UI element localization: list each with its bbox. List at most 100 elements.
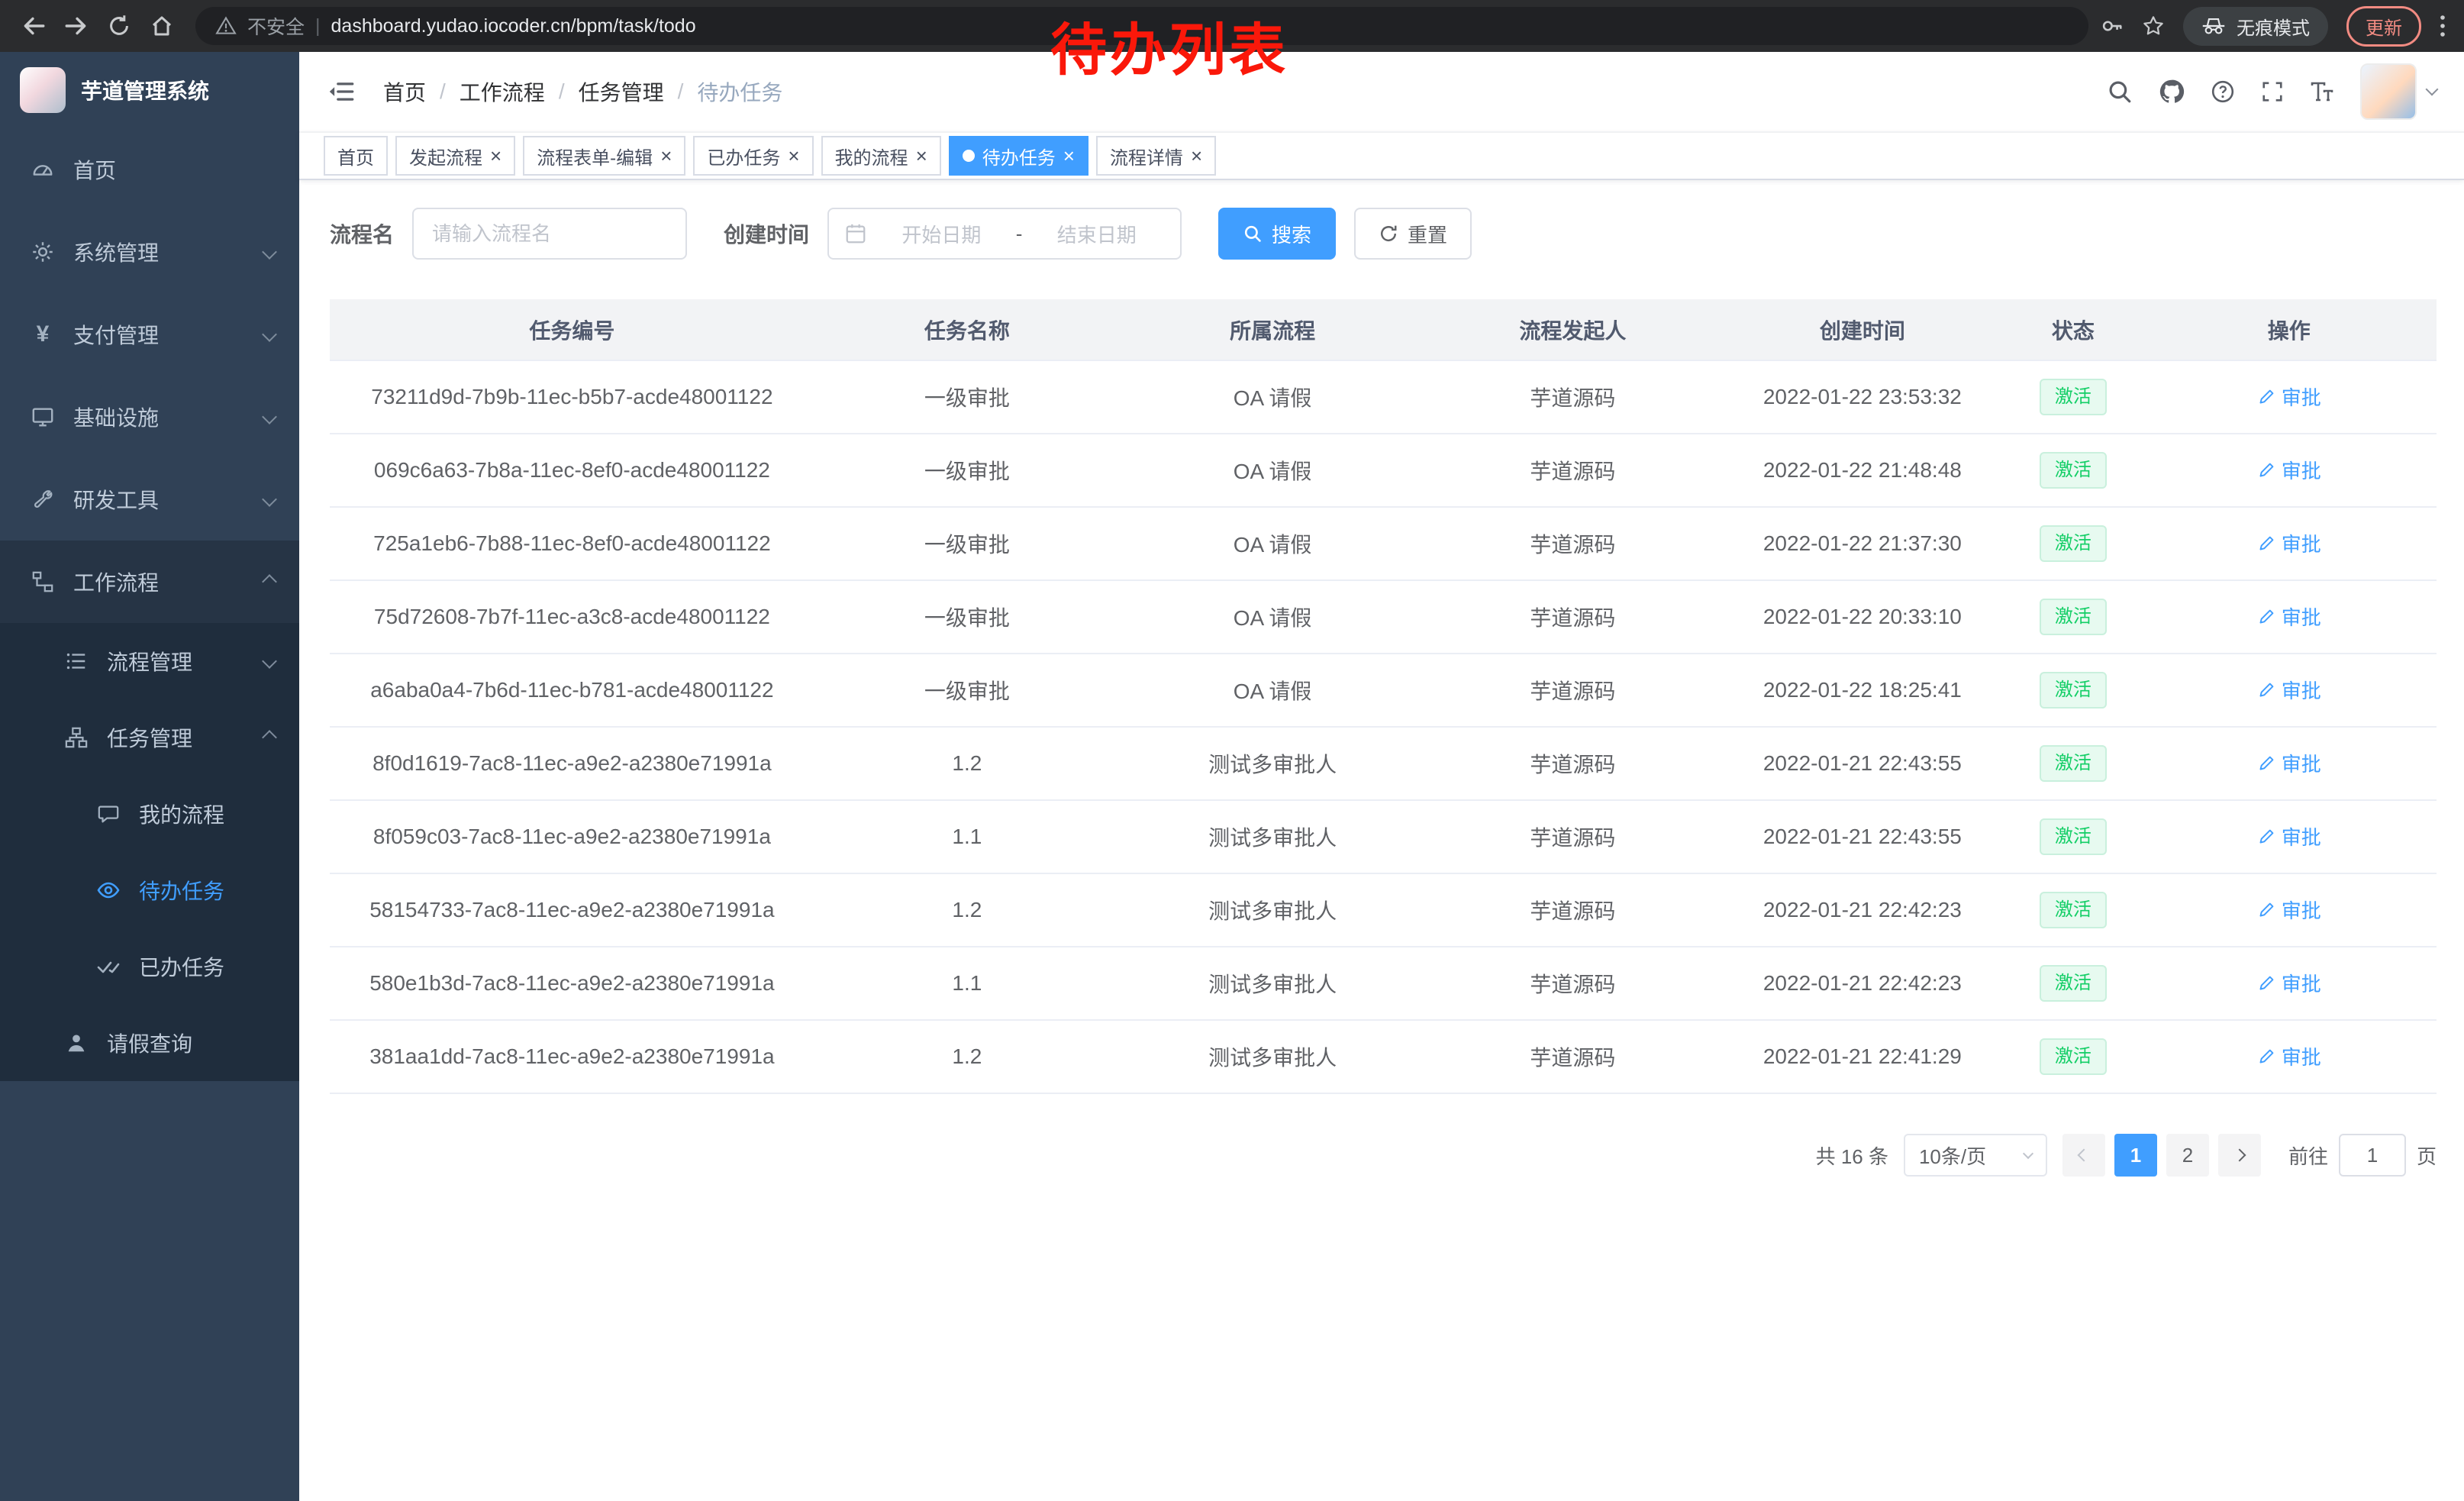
page-button-2[interactable]: 2: [2166, 1134, 2209, 1177]
update-button[interactable]: 更新: [2346, 6, 2421, 47]
forward-icon[interactable]: [55, 5, 98, 47]
cell-task-name: 1.2: [814, 873, 1120, 947]
tag-label: 流程表单-编辑: [537, 143, 653, 169]
date-range-picker[interactable]: 开始日期 - 结束日期: [827, 208, 1182, 260]
goto-suffix: 页: [2417, 1141, 2437, 1170]
approve-link[interactable]: 审批: [2257, 529, 2321, 557]
top-navbar: 首页 / 工作流程 / 任务管理 / 待办任务: [299, 52, 2464, 131]
sidebar-item-done-task[interactable]: 已办任务: [0, 928, 299, 1005]
approve-link[interactable]: 审批: [2257, 676, 2321, 704]
kebab-menu-icon[interactable]: [2440, 14, 2446, 38]
tag-form-edit[interactable]: 流程表单-编辑: [523, 136, 685, 176]
star-icon[interactable]: [2142, 15, 2165, 37]
process-name-input[interactable]: [412, 208, 687, 260]
close-icon[interactable]: [1191, 146, 1202, 166]
user-menu[interactable]: [2360, 63, 2437, 120]
reset-button[interactable]: 重置: [1354, 208, 1472, 260]
tag-todo-task[interactable]: 待办任务: [949, 136, 1088, 176]
approve-label: 审批: [2282, 896, 2321, 924]
next-page-button[interactable]: [2218, 1134, 2261, 1177]
close-icon[interactable]: [788, 146, 799, 166]
table-row: a6aba0a4-7b6d-11ec-b781-acde48001122 一级审…: [330, 654, 2437, 727]
tag-start-process[interactable]: 发起流程: [395, 136, 515, 176]
cell-task-id: 73211d9d-7b9b-11ec-b5b7-acde48001122: [330, 360, 814, 434]
font-size-icon[interactable]: [2310, 79, 2334, 104]
sidebar-item-task-mgmt[interactable]: 任务管理: [0, 699, 299, 776]
table-header-row: 任务编号 任务名称 所属流程 流程发起人 创建时间 状态 操作: [330, 299, 2437, 360]
url-text: dashboard.yudao.iocoder.cn/bpm/task/todo: [331, 15, 696, 37]
close-icon[interactable]: [1063, 146, 1075, 166]
annotation-text: 待办列表: [1050, 5, 1288, 86]
tag-my-process[interactable]: 我的流程: [821, 136, 941, 176]
reload-icon[interactable]: [98, 5, 140, 47]
key-icon[interactable]: [2101, 15, 2124, 37]
tag-process-detail[interactable]: 流程详情: [1096, 136, 1216, 176]
breadcrumb-task-mgmt[interactable]: 任务管理: [579, 76, 664, 107]
sidebar-item-payment[interactable]: ¥ 支付管理: [0, 293, 299, 376]
tag-done-task[interactable]: 已办任务: [693, 136, 813, 176]
approve-link[interactable]: 审批: [2257, 383, 2321, 411]
sidebar-fold-icon[interactable]: [327, 79, 356, 105]
sidebar-item-label: 待办任务: [139, 875, 275, 905]
close-icon[interactable]: [916, 146, 927, 166]
cell-created-at: 2022-01-21 22:42:23: [1721, 947, 2005, 1020]
close-icon[interactable]: [660, 146, 672, 166]
start-date-placeholder: 开始日期: [873, 220, 1010, 248]
help-icon[interactable]: [2211, 79, 2235, 104]
sidebar-item-workflow[interactable]: 工作流程: [0, 541, 299, 623]
sidebar-item-devtools[interactable]: 研发工具: [0, 458, 299, 541]
approve-link[interactable]: 审批: [2257, 456, 2321, 484]
approve-label: 审批: [2282, 969, 2321, 997]
back-icon[interactable]: [12, 5, 55, 47]
infrastructure-icon: [29, 405, 56, 428]
sidebar-item-home[interactable]: 首页: [0, 128, 299, 211]
sidebar-item-process-mgmt[interactable]: 流程管理: [0, 623, 299, 699]
sidebar-item-todo-task[interactable]: 待办任务: [0, 852, 299, 928]
approve-link[interactable]: 审批: [2257, 822, 2321, 851]
prev-page-button[interactable]: [2062, 1134, 2105, 1177]
sidebar-item-system[interactable]: 系统管理: [0, 211, 299, 293]
cell-task-id: 381aa1dd-7ac8-11ec-a9e2-a2380e71991a: [330, 1020, 814, 1093]
approve-link[interactable]: 审批: [2257, 1042, 2321, 1070]
home-icon[interactable]: [140, 5, 183, 47]
dashboard-icon: [29, 158, 56, 181]
approve-link[interactable]: 审批: [2257, 969, 2321, 997]
sidebar-item-leave-query[interactable]: 请假查询: [0, 1005, 299, 1081]
chrome-actions: 无痕模式 更新: [2101, 6, 2452, 47]
breadcrumb-home[interactable]: 首页: [383, 76, 426, 107]
approve-link[interactable]: 审批: [2257, 602, 2321, 631]
sidebar-item-infrastructure[interactable]: 基础设施: [0, 376, 299, 458]
breadcrumb-separator: /: [559, 79, 565, 104]
breadcrumb-workflow[interactable]: 工作流程: [460, 76, 545, 107]
fullscreen-icon[interactable]: [2261, 80, 2284, 103]
github-icon[interactable]: [2159, 79, 2185, 105]
sidebar-item-my-process[interactable]: 我的流程: [0, 776, 299, 852]
search-button[interactable]: 搜索: [1218, 208, 1336, 260]
tag-home[interactable]: 首页: [324, 136, 388, 176]
gear-icon: [29, 240, 56, 263]
cell-process: 测试多审批人: [1120, 1020, 1425, 1093]
sidebar-item-label: 工作流程: [73, 567, 247, 597]
goto-page-input[interactable]: [2339, 1134, 2406, 1177]
cell-created-at: 2022-01-22 20:33:10: [1721, 580, 2005, 654]
pager-buttons: 1 2: [2062, 1134, 2261, 1177]
header-actions: 操作: [2142, 299, 2437, 360]
chevron-up-icon: [262, 730, 277, 745]
approve-link[interactable]: 审批: [2257, 749, 2321, 777]
cell-process: 测试多审批人: [1120, 727, 1425, 800]
cell-process: OA 请假: [1120, 434, 1425, 507]
cell-starter: 芋道源码: [1425, 654, 1720, 727]
filter-form: 流程名 创建时间 开始日期 - 结束日期 搜索: [330, 208, 2437, 260]
cell-process: OA 请假: [1120, 360, 1425, 434]
logo[interactable]: 芋道管理系统: [0, 52, 299, 128]
approve-link[interactable]: 审批: [2257, 896, 2321, 924]
warning-icon: [215, 15, 237, 37]
page-size-select[interactable]: 10条/页: [1904, 1134, 2047, 1177]
page-button-1[interactable]: 1: [2114, 1134, 2157, 1177]
search-icon[interactable]: [2107, 79, 2133, 105]
header-task-name: 任务名称: [814, 299, 1120, 360]
cell-task-name: 1.1: [814, 800, 1120, 873]
header-task-id: 任务编号: [330, 299, 814, 360]
close-icon[interactable]: [490, 146, 502, 166]
cell-created-at: 2022-01-21 22:41:29: [1721, 1020, 2005, 1093]
